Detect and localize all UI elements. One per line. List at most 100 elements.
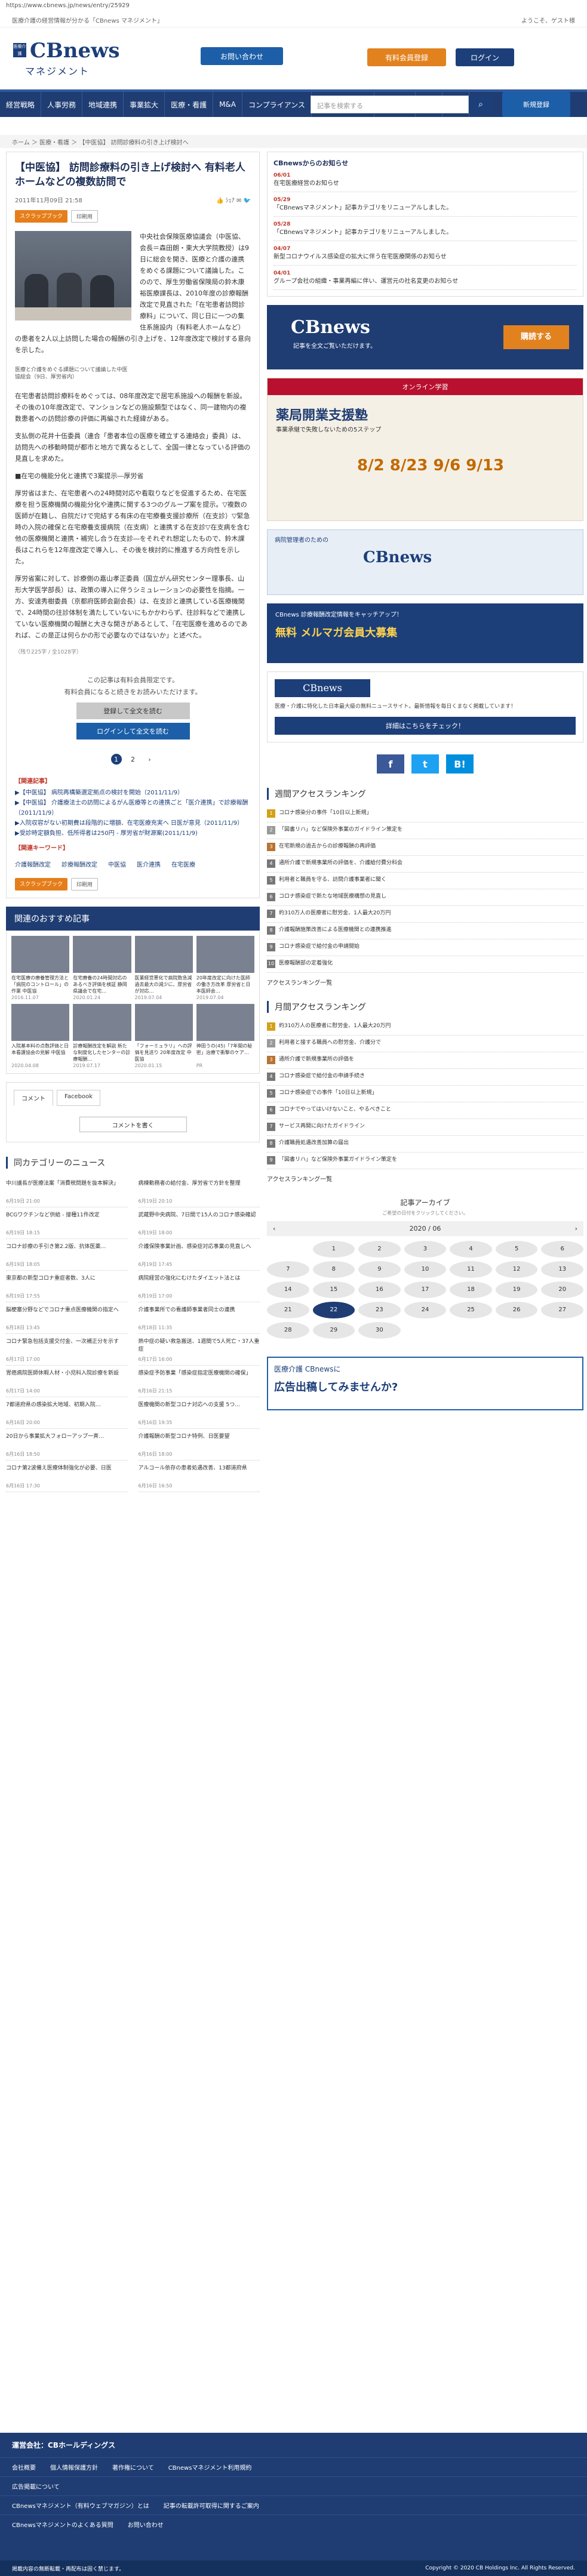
ranking-item[interactable]: 2 利用者と接する職員への慰労金、介護分で xyxy=(267,1036,583,1052)
breadcrumb[interactable]: ホーム ＞ 医療・看護 ＞ 【中医協】 訪問診療料の引き上げ検討へ xyxy=(0,135,587,148)
calendar-day[interactable]: 27 xyxy=(541,1302,583,1318)
news-item[interactable]: BCGワクチンなど供給 - 接種11件改定 6月19日 18:15 xyxy=(6,1207,128,1239)
keyword-link[interactable]: 中医協 xyxy=(108,859,126,868)
tab-comment[interactable]: コメント xyxy=(14,1090,53,1106)
news-item[interactable]: コロナ診療の手引き第2.2版、抗体医薬… 6月19日 18:05 xyxy=(6,1239,128,1271)
keyword-link[interactable]: 在宅医療 xyxy=(171,859,195,868)
ranking-item[interactable]: 4 コロナ感染症で給付金の申請手続き xyxy=(267,1069,583,1086)
ranking-item[interactable]: 7 サービス再開に向けたガイドライン xyxy=(267,1119,583,1136)
ranking-item[interactable]: 2 「図書リハ」など保険外事業のガイドライン策定を xyxy=(267,822,583,839)
next-page-icon[interactable]: › xyxy=(145,754,155,765)
login-read-button[interactable]: ログインして全文を読む xyxy=(76,723,190,739)
footer-link[interactable]: CBnewsマネジメント（有料ウェブマガジン）とは xyxy=(12,2501,149,2510)
news-item[interactable]: 胃癌病院医師休暇人材・小児科入院診療を新設 6月17日 14:00 xyxy=(6,1366,128,1397)
ranking-item[interactable]: 5 利用者と職員を守る、訪問介護事業者に聞く xyxy=(267,873,583,889)
site-logo[interactable]: 医療介護 CBnews マネジメント xyxy=(13,41,120,78)
calendar-day[interactable]: 15 xyxy=(312,1281,355,1298)
nav-item[interactable]: コンプライアンス xyxy=(242,92,312,117)
news-item[interactable]: 介護事業所での看護師事業者同士の連携 6月18日 11:35 xyxy=(138,1302,260,1334)
news-item[interactable]: 熱中症の疑い救急搬送、1週間で5人死亡・37人重症 6月17日 16:00 xyxy=(138,1334,260,1366)
nav-item[interactable]: 人事労務 xyxy=(41,92,83,117)
nav-item[interactable]: 経営戦略 xyxy=(0,92,42,117)
news-item[interactable]: 武蔵野中央病院、7日間で15人のコロナ感染確認 6月19日 18:00 xyxy=(138,1207,260,1239)
calendar-day[interactable]: 26 xyxy=(495,1302,538,1318)
keyword-link[interactable]: 医介連携 xyxy=(137,859,161,868)
news-item[interactable]: コロナ緊急包括支援交付金、一次補正分を示す 6月17日 17:00 xyxy=(6,1334,128,1366)
calendar-day[interactable]: 21 xyxy=(267,1302,309,1318)
scrapbook-button[interactable]: スクラップブック xyxy=(15,878,68,890)
search-icon[interactable]: ⌕ xyxy=(469,95,493,113)
notice-item[interactable]: 05/28 「CBnewsマネジメント」記事カテゴリをリニューアルしました。 xyxy=(273,217,577,241)
calendar-day[interactable]: 6 xyxy=(541,1241,583,1258)
recommend-card[interactable]: 神田うの(45)「7年間の秘密」治療で衝撃のケア… PR xyxy=(196,1004,254,1068)
share-icons[interactable]: 👍 ｼｪｱ ✉ 🐦 xyxy=(216,195,251,204)
calendar-day[interactable]: 10 xyxy=(404,1261,447,1278)
login-button[interactable]: ログイン xyxy=(456,48,514,66)
calendar-day[interactable]: 19 xyxy=(495,1281,538,1298)
paid-register-button[interactable]: 有料会員登録 xyxy=(367,48,446,66)
ranking-item[interactable]: 5 コロナ感染症での事件「10日以上新規」 xyxy=(267,1086,583,1102)
notice-item[interactable]: 04/07 新型コロナウイルス感染症の拡大に伴う在宅医療関係のお知らせ xyxy=(273,241,577,266)
calendar-day[interactable]: 8 xyxy=(312,1261,355,1278)
contact-button[interactable]: お問い合わせ xyxy=(201,47,283,65)
calendar-day[interactable]: 9 xyxy=(358,1261,401,1278)
news-item[interactable]: 病棟勤務者の給付金、厚労省で方針を整理 6月19日 20:10 xyxy=(138,1176,260,1207)
tab-facebook[interactable]: Facebook xyxy=(57,1090,100,1106)
ranking-item[interactable]: 3 在宅新規の過去からの診療報酬の再評価 xyxy=(267,839,583,856)
news-item[interactable]: 7都道府県の感染拡大地域、初期入院… 6月16日 20:00 xyxy=(6,1397,128,1429)
facebook-icon[interactable]: f xyxy=(377,754,404,774)
recommend-card[interactable]: 在宅療養の24時間対応のあるべき評価を検証 静岡県議会で在宅… 2020.01.2… xyxy=(73,936,131,1000)
ranking-item[interactable]: 7 約310万人の医療者に慰労金、1人最大20万円 xyxy=(267,906,583,923)
ranking-item[interactable]: 6 コロナ感染症で新たな地域医療構想の見直し xyxy=(267,889,583,906)
keyword-link[interactable]: 介護報酬改定 xyxy=(15,859,51,868)
footer-link[interactable]: CBnewsマネジメント利用規約 xyxy=(168,2463,252,2472)
ranking-item[interactable]: 1 コロナ感染分の事件「10日以上新規」 xyxy=(267,806,583,822)
news-item[interactable]: 東京都の新型コロナ重症者数、3人に 6月19日 17:55 xyxy=(6,1271,128,1302)
new-register-button[interactable]: 新規登録 xyxy=(502,92,570,117)
news-item[interactable]: 病院経営の強化にむけたダイエット法とは 6月19日 17:00 xyxy=(138,1271,260,1302)
footer-link[interactable]: 広告掲載について xyxy=(12,2482,60,2491)
page-link[interactable]: 2 xyxy=(128,754,139,765)
nav-item[interactable]: 地域連携 xyxy=(82,92,124,117)
news-item[interactable]: アルコール依存の患者処遇改善、13都道府県 6月16日 16:50 xyxy=(138,1460,260,1492)
recommend-card[interactable]: 20年度改定に向けた医師の働き方改革 厚労省と日本医師会… 2019.07.04 xyxy=(196,936,254,1000)
calendar-day[interactable]: 18 xyxy=(450,1281,492,1298)
ranking-item[interactable]: 1 約310万人の医療者に慰労金、1人最大20万円 xyxy=(267,1019,583,1036)
footer-link[interactable]: 記事の転載許可取得に関するご案内 xyxy=(164,2501,259,2510)
footer-link[interactable]: 著作権について xyxy=(112,2463,154,2472)
register-read-button[interactable]: 登録して全文を読む xyxy=(76,702,190,719)
calendar-day[interactable]: 17 xyxy=(404,1281,447,1298)
related-link[interactable]: ▶受診時定額負担、低所得者は250円 - 厚労省が財源案(2011/11/9) xyxy=(15,828,251,839)
manager-banner[interactable]: 病院管理者のための CBnews xyxy=(267,529,583,595)
calendar-day[interactable]: 22 xyxy=(312,1302,355,1318)
news-item[interactable]: 20日から事業拡大フォローアップ一斉… 6月16日 18:50 xyxy=(6,1429,128,1460)
recommend-card[interactable]: 医業経営悪化で病院数急減 過去最大の減少に、厚労省が対応… 2019.07.04 xyxy=(134,936,193,1000)
calendar-day[interactable]: 30 xyxy=(358,1322,401,1339)
calendar-day[interactable]: 7 xyxy=(267,1261,309,1278)
nav-item[interactable]: M&A xyxy=(213,92,242,117)
mailmag-banner[interactable]: CBnews 診療報酬改定情報をキャッチアップ！ 無料 メルマガ会員大募集 xyxy=(267,603,583,663)
notice-item[interactable]: 06/01 在宅医療経営のお知らせ xyxy=(273,168,577,192)
subscribe-banner[interactable]: CBnews 記事を全文ご覧いただけます。 購読する xyxy=(267,305,583,369)
calendar-day[interactable]: 11 xyxy=(450,1261,492,1278)
write-comment-button[interactable]: コメントを書く xyxy=(79,1117,187,1132)
related-link[interactable]: ▶【中医協】 病院再構築選定拠点の検討を開始（2011/11/9） xyxy=(15,788,251,798)
calendar-day[interactable]: 4 xyxy=(450,1241,492,1258)
prev-month-icon[interactable]: ‹ xyxy=(273,1225,275,1232)
calendar-day[interactable]: 13 xyxy=(541,1261,583,1278)
news-item[interactable]: 感染症予防事業「感染症指定医療機関の確保」 6月16日 21:15 xyxy=(138,1366,260,1397)
calendar-day[interactable]: 5 xyxy=(495,1241,538,1258)
news-item[interactable]: 脳梗塞分野などでコロナ重点医療機関の指定へ 6月18日 13:45 xyxy=(6,1302,128,1334)
nav-item[interactable]: 事業拡大 xyxy=(124,92,165,117)
footer-link[interactable]: お問い合わせ xyxy=(128,2520,164,2529)
print-button[interactable]: 印刷用 xyxy=(71,210,99,223)
scrapbook-button[interactable]: スクラップブック xyxy=(15,210,68,223)
related-link[interactable]: ▶入院収容がない初期費は段階的に増額、在宅医療充実へ 日医が意見（2011/11… xyxy=(15,818,251,828)
ranking-item[interactable]: 4 通所介護で新規事業所の評価を、介護給付費分科会 xyxy=(267,856,583,873)
news-item[interactable]: 介護保険事業計画、感染症対応事業の見直しへ 6月19日 17:45 xyxy=(138,1239,260,1271)
print-button[interactable]: 印刷用 xyxy=(71,878,99,890)
related-link[interactable]: ▶【中医協】 介護療法士の訪問によるがん医療等との連携ごと「医介連携」で診療報酬… xyxy=(15,798,251,818)
browser-url[interactable]: https://www.cbnews.jp/news/entry/25929 xyxy=(0,0,587,13)
page-link[interactable]: 1 xyxy=(110,754,122,765)
calendar-day[interactable]: 20 xyxy=(541,1281,583,1298)
